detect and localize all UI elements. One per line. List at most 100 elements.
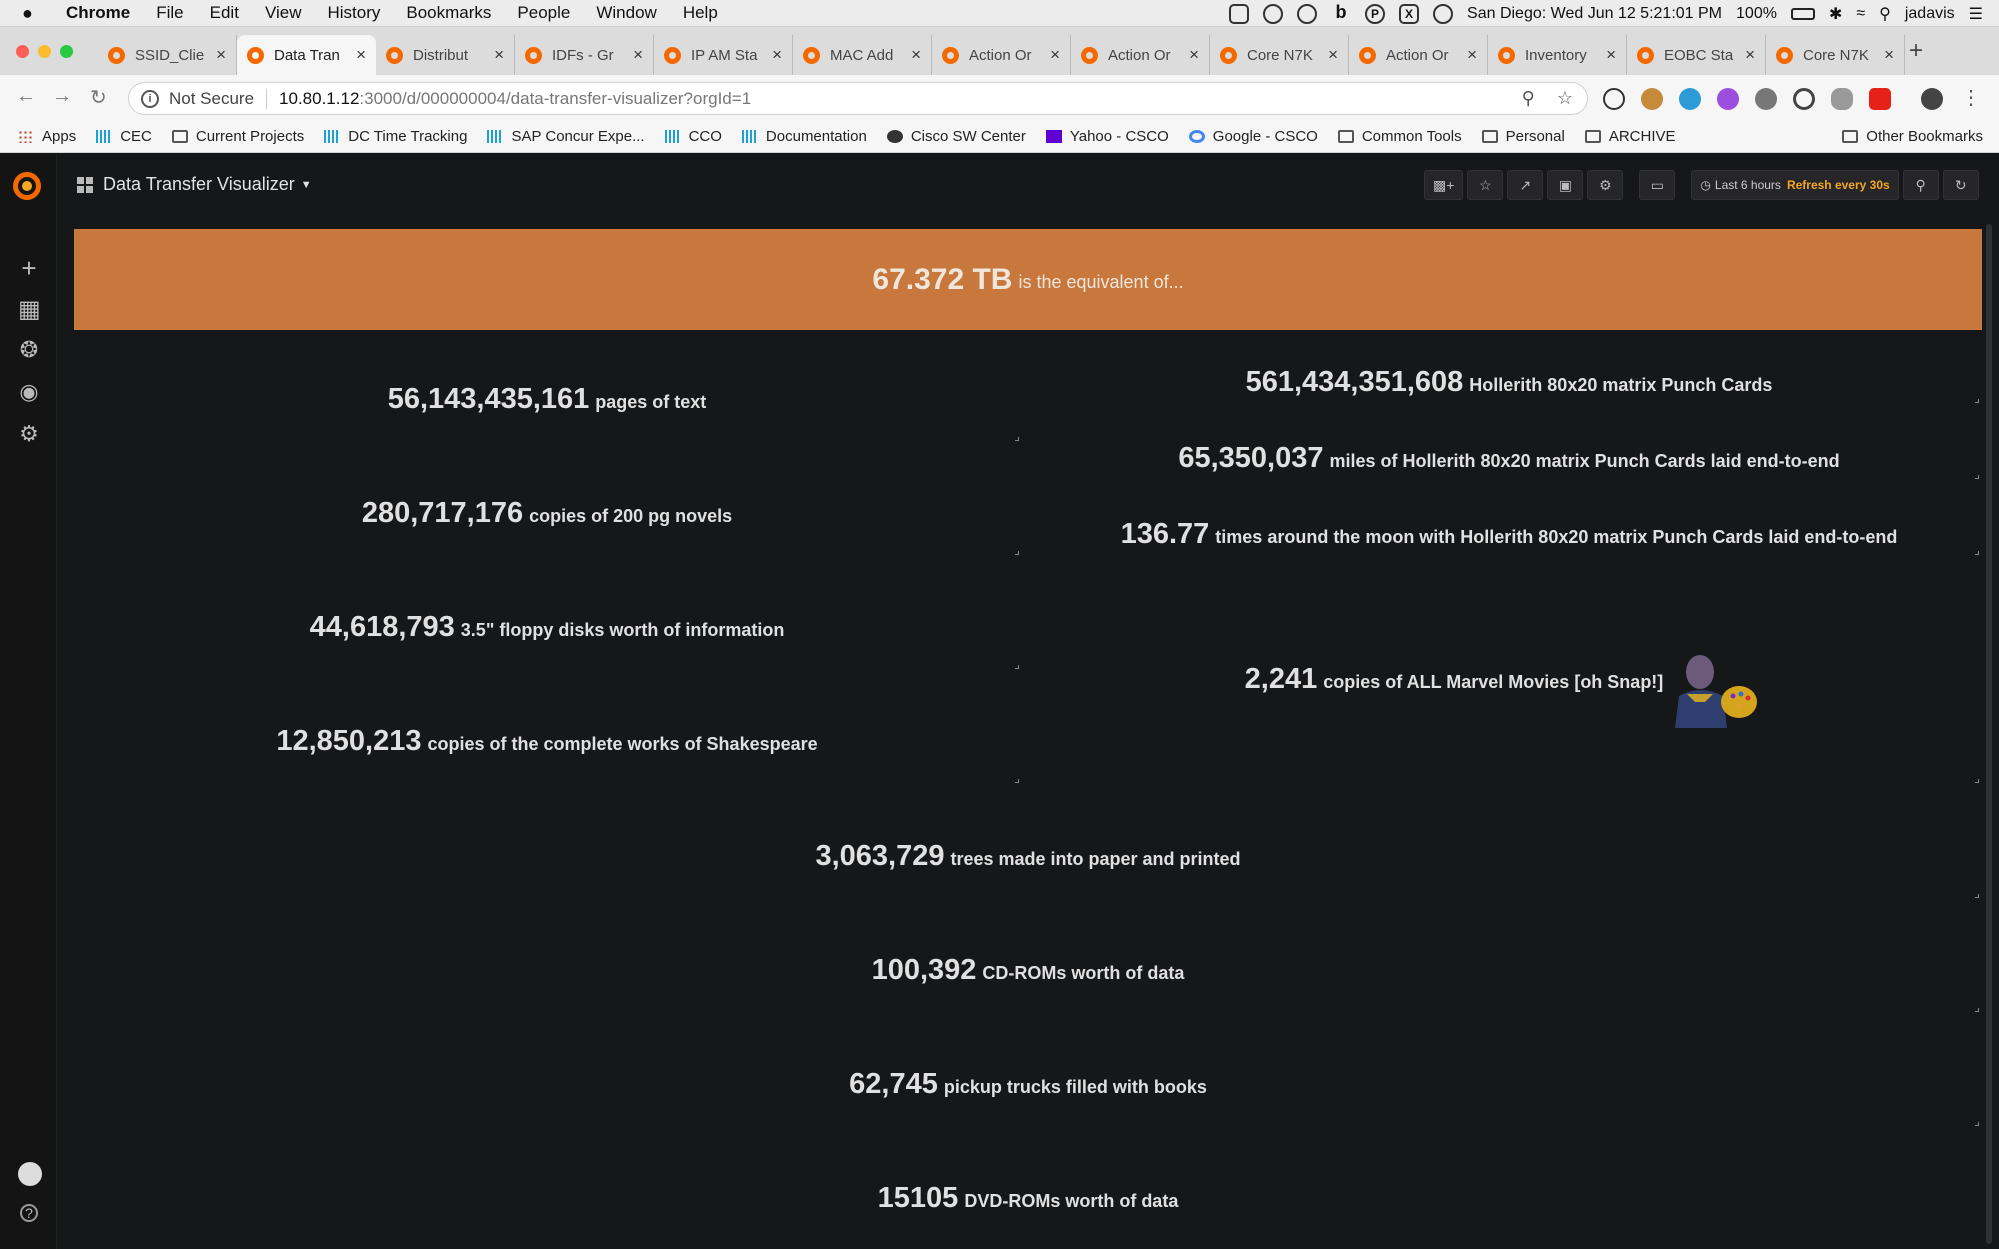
bookmark-item[interactable]: SAP Concur Expe...: [487, 128, 645, 145]
browser-tab[interactable]: IP AM Sta ×: [654, 35, 793, 75]
reload-icon[interactable]: ↻: [90, 85, 107, 110]
bluetooth-icon[interactable]: ✱: [1829, 4, 1842, 24]
close-tab-icon[interactable]: ×: [633, 45, 643, 65]
b-app-icon[interactable]: b: [1331, 3, 1351, 24]
explore-compass-icon[interactable]: ❂: [18, 339, 40, 361]
browser-tab[interactable]: Action Or ×: [1349, 35, 1488, 75]
help-icon[interactable]: ?: [20, 1204, 38, 1222]
extension-cloud-icon[interactable]: [1831, 88, 1853, 110]
browser-tab[interactable]: Core N7K ×: [1210, 35, 1349, 75]
not-secure-label[interactable]: Not Secure: [169, 89, 254, 109]
close-tab-icon[interactable]: ×: [216, 45, 226, 65]
extension-dot-icon[interactable]: [1755, 88, 1777, 110]
panel-resize-handle[interactable]: [1975, 399, 1979, 403]
new-tab-button[interactable]: +: [1909, 37, 1923, 65]
zoom-out-button[interactable]: ⚲: [1902, 170, 1939, 200]
grafana-logo-icon[interactable]: [13, 172, 41, 200]
profile-avatar-icon[interactable]: [1921, 88, 1943, 110]
bookmark-star-icon[interactable]: ☆: [1557, 88, 1573, 109]
menu-window[interactable]: Window: [596, 3, 656, 23]
search-status-icon[interactable]: [1297, 3, 1318, 24]
panel-resize-handle[interactable]: [1975, 1122, 1979, 1126]
bookmark-item[interactable]: CEC: [96, 128, 152, 145]
browser-tab[interactable]: SSID_Clie ×: [98, 35, 237, 75]
dashboard-picker[interactable]: Data Transfer Visualizer ▼: [77, 174, 312, 195]
close-tab-icon[interactable]: ×: [1467, 45, 1477, 65]
plus-icon[interactable]: +: [18, 255, 40, 281]
close-tab-icon[interactable]: ×: [356, 45, 366, 65]
menu-history[interactable]: History: [327, 3, 380, 23]
close-tab-icon[interactable]: ×: [1328, 45, 1338, 65]
settings-gear-button[interactable]: ⚙: [1587, 170, 1624, 200]
menu-edit[interactable]: Edit: [210, 3, 239, 23]
close-tab-icon[interactable]: ×: [1606, 45, 1616, 65]
panel-resize-handle[interactable]: [1975, 894, 1979, 898]
bookmark-item[interactable]: Apps: [18, 128, 76, 145]
battery-text[interactable]: 100%: [1736, 5, 1777, 23]
panel-resize-handle[interactable]: [1975, 551, 1979, 555]
bookmark-item[interactable]: Personal: [1481, 128, 1565, 145]
browser-tab[interactable]: MAC Add ×: [793, 35, 932, 75]
panel-resize-handle[interactable]: [1015, 665, 1019, 669]
time-picker-button[interactable]: ◷ Last 6 hours Refresh every 30s: [1691, 170, 1899, 200]
menu-chrome[interactable]: Chrome: [66, 3, 130, 23]
tv-mode-button[interactable]: ▭: [1639, 170, 1676, 200]
bookmark-item[interactable]: ARCHIVE: [1584, 128, 1676, 145]
alerting-bell-icon[interactable]: ◉: [18, 381, 40, 403]
extension-youtube-icon[interactable]: [1869, 88, 1891, 110]
bookmark-item[interactable]: Documentation: [741, 128, 867, 145]
star-dashboard-button[interactable]: ☆: [1467, 170, 1504, 200]
bookmark-item[interactable]: Common Tools: [1337, 128, 1462, 145]
time-machine-icon[interactable]: [1433, 3, 1454, 24]
forward-arrow-icon[interactable]: →: [52, 85, 72, 108]
bookmark-item[interactable]: Yahoo - CSCO: [1045, 128, 1169, 145]
zoom-search-icon[interactable]: ⚲: [1522, 88, 1535, 109]
menu-view[interactable]: View: [265, 3, 302, 23]
browser-tab[interactable]: Action Or ×: [932, 35, 1071, 75]
add-panel-button[interactable]: ▩+: [1424, 170, 1464, 200]
refresh-dashboard-button[interactable]: ↻: [1942, 170, 1979, 200]
close-window-button[interactable]: [16, 45, 29, 58]
extension-cookie-icon[interactable]: [1641, 88, 1663, 110]
bookmark-item[interactable]: Current Projects: [171, 128, 304, 145]
browser-tab[interactable]: IDFs - Gr ×: [515, 35, 654, 75]
wifi-icon[interactable]: ≈: [1856, 5, 1865, 23]
browser-tab[interactable]: Inventory ×: [1488, 35, 1627, 75]
user-avatar-icon[interactable]: [18, 1162, 42, 1186]
share-dashboard-button[interactable]: ↗: [1507, 170, 1544, 200]
panel-resize-handle[interactable]: [1975, 779, 1979, 783]
p-app-icon[interactable]: P: [1365, 3, 1386, 24]
extension-refresh-icon[interactable]: [1793, 88, 1815, 110]
panel-resize-handle[interactable]: [1975, 475, 1979, 479]
browser-tab[interactable]: Action Or ×: [1071, 35, 1210, 75]
configuration-gear-icon[interactable]: ⚙: [18, 423, 40, 445]
chrome-menu-icon[interactable]: ⋮: [1961, 85, 1981, 110]
browser-tab[interactable]: Core N7K ×: [1766, 35, 1905, 75]
battery-icon[interactable]: [1790, 7, 1815, 20]
minimize-window-button[interactable]: [38, 45, 51, 58]
notification-center-icon[interactable]: ☰: [1969, 4, 1983, 24]
dashboards-icon[interactable]: ▦: [18, 298, 41, 322]
x-app-icon[interactable]: X: [1399, 3, 1420, 24]
close-tab-icon[interactable]: ×: [1050, 45, 1060, 65]
panel-resize-handle[interactable]: [1975, 1008, 1979, 1012]
panel-resize-handle[interactable]: [1015, 437, 1019, 441]
browser-tab[interactable]: Distribut ×: [376, 35, 515, 75]
close-tab-icon[interactable]: ×: [1189, 45, 1199, 65]
page-scrollbar-thumb[interactable]: [1986, 224, 1992, 1244]
bookmark-item[interactable]: Cisco SW Center: [886, 128, 1026, 145]
extension-info-icon[interactable]: [1603, 88, 1625, 110]
clock-text[interactable]: San Diego: Wed Jun 12 5:21:01 PM: [1467, 5, 1722, 23]
close-tab-icon[interactable]: ×: [1884, 45, 1894, 65]
save-dashboard-button[interactable]: ▣: [1547, 170, 1584, 200]
site-info-icon[interactable]: i: [141, 89, 159, 108]
apple-menu-icon[interactable]: ●: [22, 3, 44, 24]
settings-wheel-icon[interactable]: [1263, 3, 1284, 24]
bookmark-item[interactable]: CCO: [664, 128, 722, 145]
panel-resize-handle[interactable]: [1015, 779, 1019, 783]
zoom-window-button[interactable]: [60, 45, 73, 58]
menu-people[interactable]: People: [517, 3, 570, 23]
browser-tab[interactable]: Data Tran ×: [237, 35, 376, 75]
panel-resize-handle[interactable]: [1015, 551, 1019, 555]
menu-file[interactable]: File: [156, 3, 183, 23]
